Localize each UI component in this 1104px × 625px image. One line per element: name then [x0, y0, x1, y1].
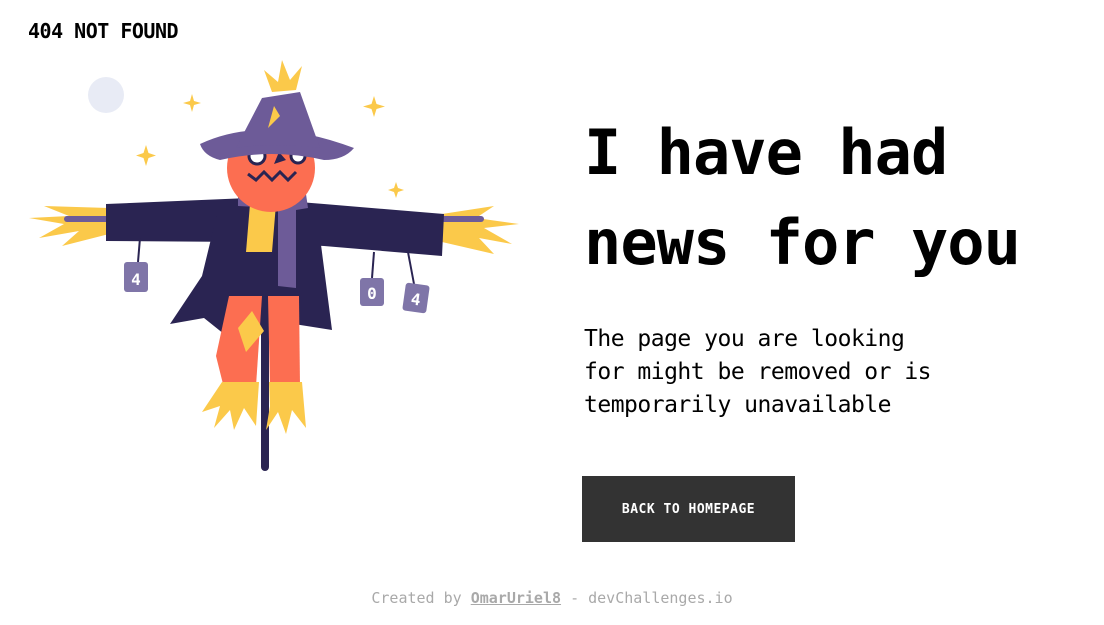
author-link[interactable]: OmarUriel8	[471, 589, 561, 607]
sparkle-icon	[183, 94, 201, 112]
can-left: 4	[124, 262, 148, 292]
footer-site: devChallenges.io	[588, 589, 733, 607]
can-string	[407, 251, 415, 285]
back-to-homepage-button[interactable]: BACK TO HOMEPAGE	[582, 476, 795, 542]
footer: Created by OmarUriel8 - devChallenges.io	[0, 589, 1104, 607]
hat-straw	[264, 60, 302, 92]
can-label: 0	[367, 284, 377, 303]
scarecrow-illustration: 4 0 4	[29, 60, 519, 471]
right-foot-straw	[266, 382, 306, 434]
footer-separator: -	[570, 589, 580, 607]
error-message: The page you are looking for might be re…	[584, 326, 932, 418]
not-found-page: 404 NOT FOUND 4 0 4 I have had news for …	[0, 0, 1104, 625]
can-middle: 0	[360, 278, 384, 306]
can-label: 4	[131, 270, 141, 289]
right-hand-straw	[442, 206, 519, 254]
left-hand-straw	[29, 206, 109, 246]
can-string	[137, 237, 141, 263]
hat-top	[236, 92, 320, 148]
sparkle-icon	[363, 96, 385, 117]
moon-icon	[88, 77, 124, 113]
can-string	[371, 251, 375, 279]
sparkle-icon	[388, 182, 404, 198]
footer-created-by: Created by	[371, 589, 462, 607]
can-right: 4	[402, 282, 430, 314]
sparkle-icon	[136, 145, 156, 166]
right-leg	[268, 296, 300, 388]
brand-title: 404 NOT FOUND	[28, 19, 179, 43]
left-foot-straw	[202, 382, 259, 430]
headline: I have had news for you	[584, 116, 1021, 279]
